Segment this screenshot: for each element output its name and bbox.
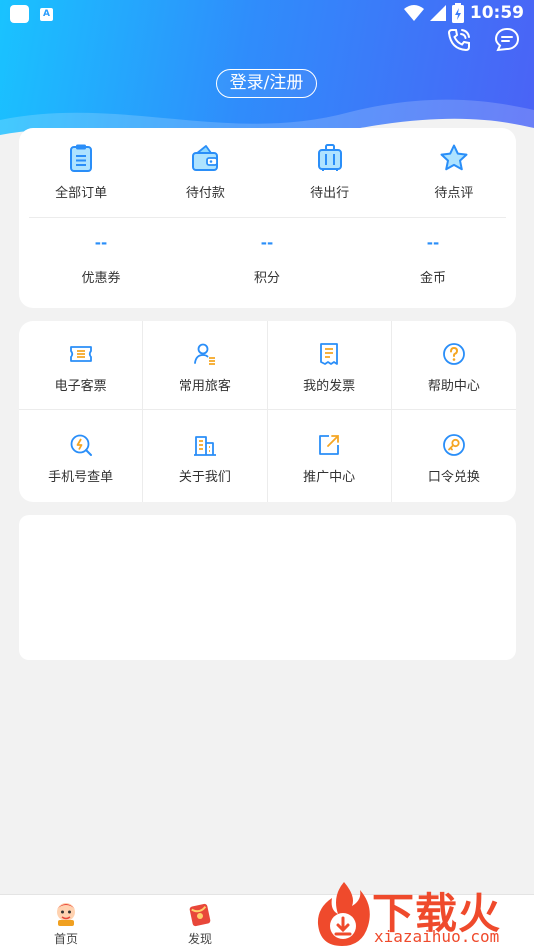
app-badge-icon: A bbox=[40, 8, 53, 21]
home-mascot-icon bbox=[57, 903, 75, 926]
coupon-asset[interactable]: -- 优惠券 bbox=[41, 232, 161, 286]
key-icon bbox=[442, 434, 465, 456]
star-icon bbox=[440, 144, 468, 171]
building-icon bbox=[193, 436, 216, 456]
discover-icon bbox=[189, 903, 211, 927]
status-time: 10:59 bbox=[469, 3, 524, 23]
promotion-center-button[interactable]: 推广中心 bbox=[268, 410, 392, 502]
download-watermark: 下载火 xiazaihuo.com bbox=[312, 878, 534, 950]
order-unpaid-button[interactable]: 待付款 bbox=[143, 143, 267, 213]
orders-card: 全部订单 待付款 待出行 待点评 -- 优惠券 -- 积分 -- 金币 bbox=[19, 128, 516, 308]
passenger-icon bbox=[193, 343, 215, 365]
luggage-icon bbox=[317, 144, 342, 171]
services-card: 电子客票 常用旅客 我的发票 帮助中心 手机号查单 关于我们 推广中心 口令兑换 bbox=[19, 321, 516, 502]
help-center-button[interactable]: 帮助中心 bbox=[391, 321, 516, 410]
code-redeem-button[interactable]: 口令兑换 bbox=[392, 410, 516, 502]
order-upcoming-button[interactable]: 待出行 bbox=[268, 143, 392, 213]
ticket-icon bbox=[69, 346, 92, 362]
help-icon bbox=[442, 343, 465, 365]
my-invoices-button[interactable]: 我的发票 bbox=[267, 321, 392, 410]
about-us-button[interactable]: 关于我们 bbox=[143, 410, 268, 502]
status-bar: A 10:59 bbox=[0, 0, 534, 28]
tab-discover[interactable]: 发现 bbox=[160, 899, 240, 947]
share-icon bbox=[319, 435, 340, 455]
message-icon[interactable] bbox=[494, 27, 520, 53]
points-asset[interactable]: -- 积分 bbox=[207, 232, 327, 286]
app-notification-icon bbox=[10, 5, 29, 23]
phone-search-icon bbox=[70, 434, 92, 456]
invoice-icon bbox=[320, 343, 339, 365]
wifi-icon bbox=[403, 5, 424, 21]
orders-divider bbox=[29, 217, 506, 218]
battery-icon bbox=[451, 3, 464, 23]
order-all-button[interactable]: 全部订单 bbox=[19, 143, 143, 213]
login-register-button[interactable]: 登录/注册 bbox=[216, 69, 317, 98]
watermark-url: xiazaihuo.com bbox=[374, 927, 500, 946]
tab-home[interactable]: 首页 bbox=[26, 899, 106, 947]
clipboard-icon bbox=[70, 144, 93, 172]
signal-icon bbox=[429, 5, 446, 21]
phone-order-lookup-button[interactable]: 手机号查单 bbox=[19, 410, 144, 502]
gold-coin-asset[interactable]: -- 金币 bbox=[373, 232, 493, 286]
flame-logo-icon bbox=[317, 882, 370, 946]
e-ticket-button[interactable]: 电子客票 bbox=[19, 321, 144, 410]
wallet-icon bbox=[192, 145, 219, 171]
frequent-passengers-button[interactable]: 常用旅客 bbox=[143, 321, 268, 410]
phone-call-icon[interactable] bbox=[446, 27, 472, 53]
content-placeholder-card bbox=[19, 515, 516, 660]
order-review-button[interactable]: 待点评 bbox=[392, 143, 516, 213]
